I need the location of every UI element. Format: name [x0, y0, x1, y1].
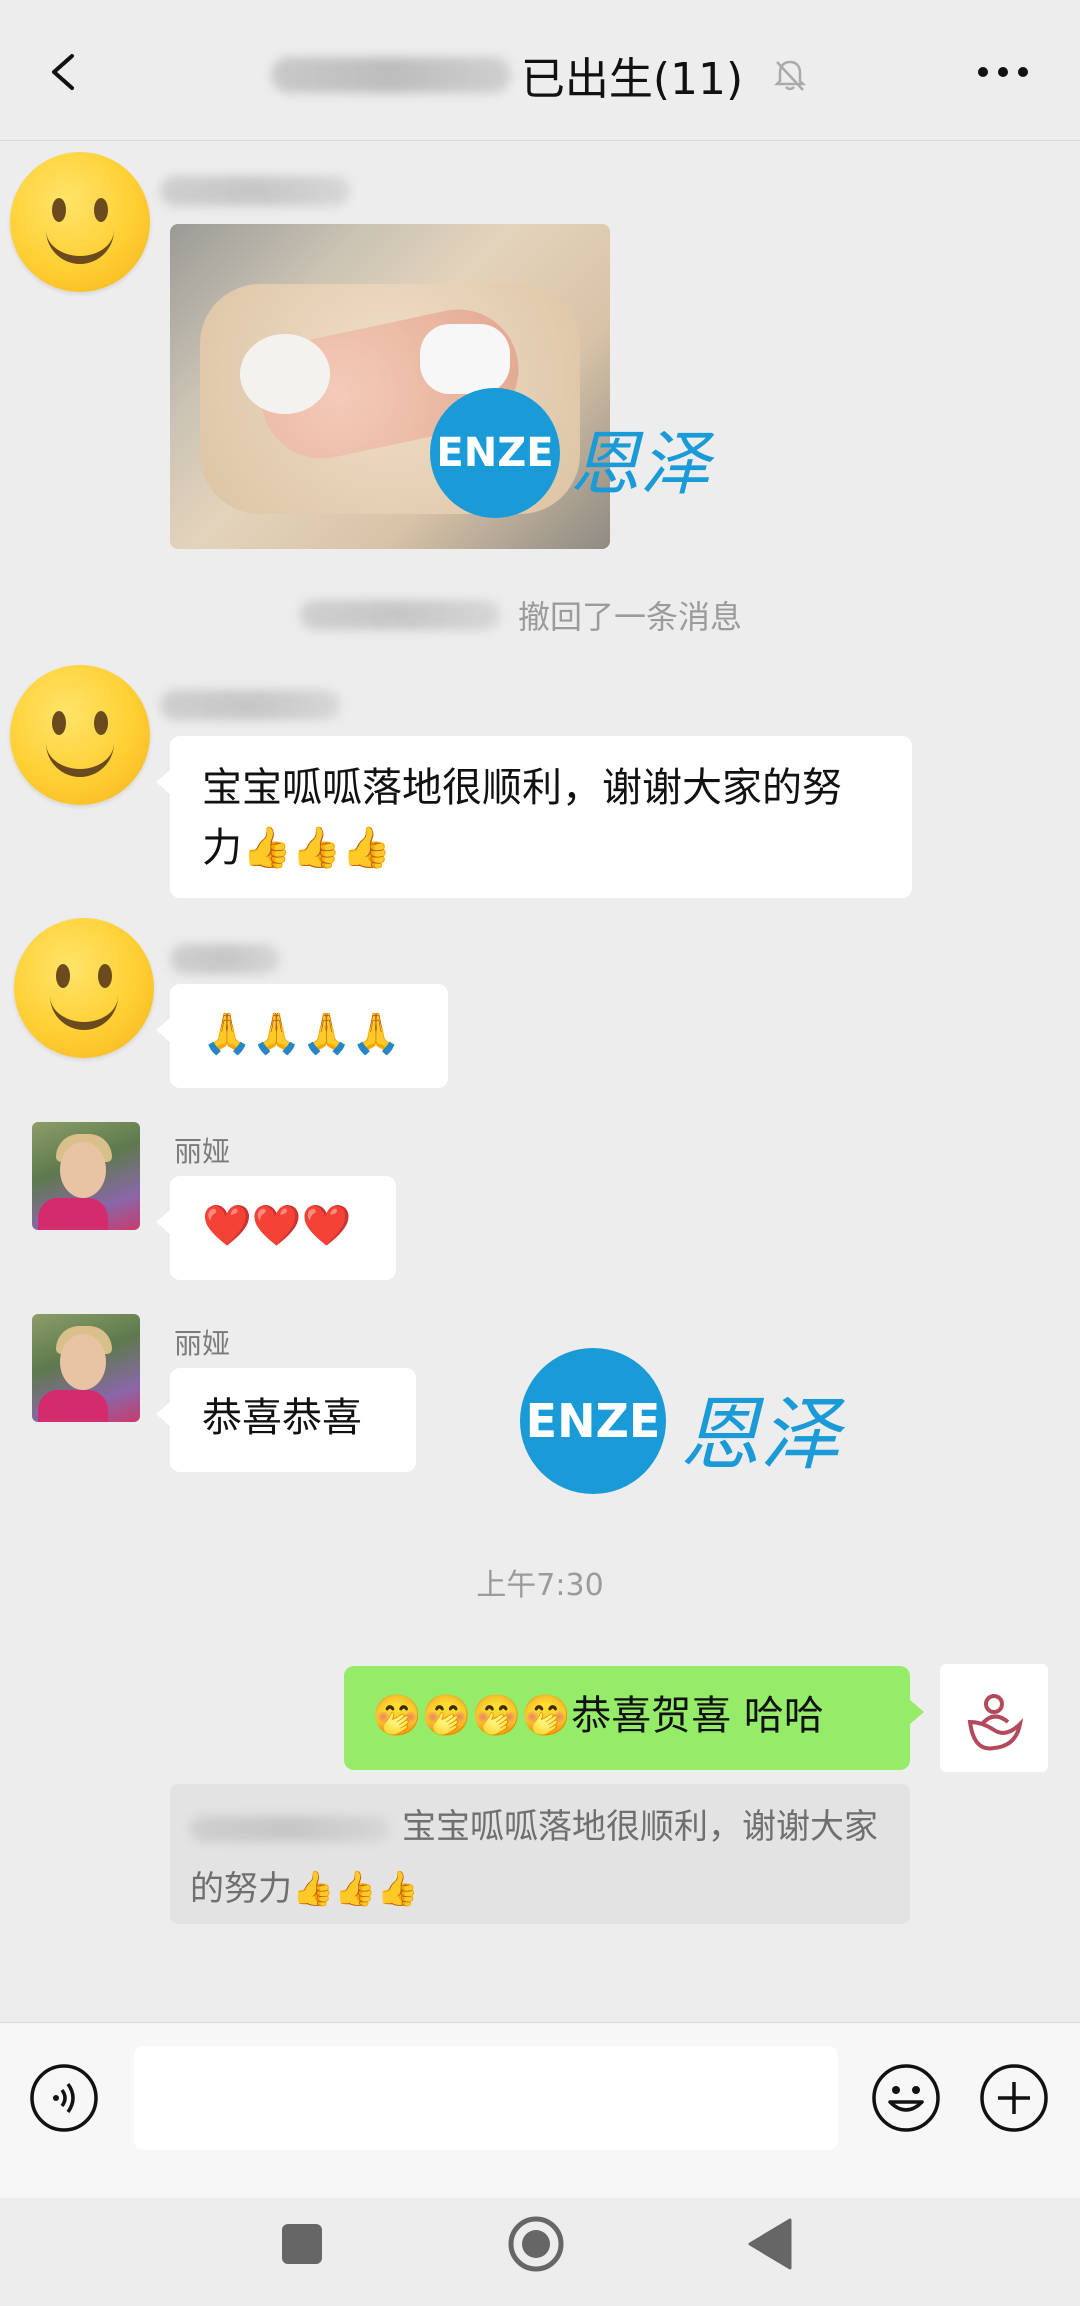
blurred-sender-name	[160, 690, 340, 720]
sender-name: 丽娅	[174, 1327, 231, 1360]
avatar[interactable]	[32, 1314, 140, 1422]
brand-logo-icon	[967, 1694, 1024, 1751]
more-icon[interactable]	[975, 60, 1031, 84]
timestamp: 上午7:30	[476, 1568, 604, 1603]
square-icon[interactable]	[280, 2222, 324, 2266]
avatar[interactable]	[14, 918, 154, 1058]
voice-icon[interactable]	[28, 2062, 100, 2134]
blurred-group-name	[270, 57, 511, 93]
blurred-quote-sender	[190, 1815, 390, 1842]
blurred-sender-name	[160, 176, 350, 206]
bell-muted-icon	[774, 60, 807, 91]
recall-notice: 撤回了一条消息	[518, 598, 743, 636]
triangle-icon[interactable]	[748, 2218, 792, 2270]
avatar[interactable]	[10, 665, 150, 805]
chat-title: 已出生(11)	[520, 54, 744, 105]
avatar[interactable]	[10, 152, 150, 292]
chat-title-bar: 已出生(11)	[0, 40, 1080, 110]
self-message-bubble[interactable]: 🤭🤭🤭🤭恭喜贺喜 哈哈	[344, 1666, 924, 1770]
message-bubble[interactable]: ❤️❤️❤️	[156, 1176, 396, 1280]
watermark-logo: ENZE	[430, 388, 560, 518]
circle-icon[interactable]	[506, 2214, 566, 2274]
message-bubble[interactable]: 🙏🙏🙏🙏	[156, 984, 448, 1088]
emoji-icon[interactable]	[870, 2062, 942, 2134]
blurred-name	[300, 600, 500, 630]
blurred-sender-name	[170, 944, 280, 974]
plus-icon[interactable]	[978, 2062, 1050, 2134]
message-bubble[interactable]: 宝宝呱呱落地很顺利，谢谢大家的努力👍👍👍	[156, 736, 912, 898]
watermark-chinese: 恩泽	[680, 1388, 840, 1481]
message-bubble[interactable]: 恭喜恭喜	[156, 1368, 416, 1472]
self-avatar[interactable]	[940, 1664, 1048, 1772]
image-message[interactable]	[170, 224, 610, 549]
quoted-message[interactable]: 宝宝呱呱落地很顺利，谢谢大家的努力👍👍👍	[170, 1784, 910, 1924]
message-input[interactable]	[134, 2046, 838, 2150]
watermark-logo: ENZE	[520, 1348, 666, 1494]
avatar[interactable]	[32, 1122, 140, 1230]
sender-name: 丽娅	[174, 1135, 231, 1168]
watermark-chinese: 恩泽	[570, 423, 710, 505]
